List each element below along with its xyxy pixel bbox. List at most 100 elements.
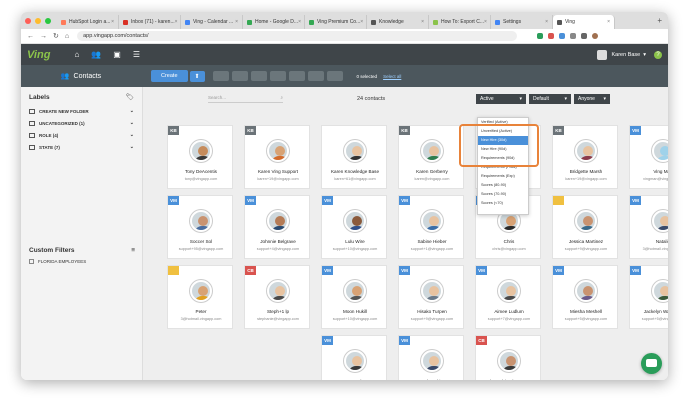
user-menu[interactable]: Karen Base ▾ ? xyxy=(597,49,662,60)
sort-dropdown[interactable]: Default ▾ xyxy=(529,94,571,104)
browser-tab[interactable]: Inbox (71) - karen... × xyxy=(119,15,181,29)
back-icon[interactable]: ← xyxy=(27,33,34,40)
close-tab-icon[interactable]: × xyxy=(360,19,363,25)
contact-card[interactable]: VM Hisako Turpen support+9@vingapp.com xyxy=(398,265,464,329)
home-nav-icon[interactable]: ⌂ xyxy=(74,50,79,59)
close-tab-icon[interactable]: × xyxy=(175,19,178,25)
status-filter-dropdown[interactable]: Active ▾ xyxy=(476,94,526,104)
chevron-down-icon[interactable]: ⌄ xyxy=(130,132,134,138)
contact-card[interactable]: VM Soccer Sol support+95@vingapp.com xyxy=(167,195,233,259)
label-folder[interactable]: UNCATEGORIZED (1) ⌄ xyxy=(21,117,142,129)
chat-widget-button[interactable] xyxy=(641,353,662,374)
contact-card[interactable]: VM Moon Hukill support+10@vingapp.com xyxy=(321,265,387,329)
toolbar-button[interactable] xyxy=(288,71,305,81)
close-tab-icon[interactable]: × xyxy=(235,19,238,25)
contact-card[interactable]: VMKaren Gerberrykaren+47@vingapp.com xyxy=(321,335,387,380)
select-all-link[interactable]: Select all xyxy=(383,74,401,79)
contact-card[interactable]: Jessica Martinez support+9@vingapp.com xyxy=(552,195,618,259)
initials-badge: VM xyxy=(399,336,410,345)
toolbar-button[interactable] xyxy=(307,71,324,81)
extension-icon[interactable] xyxy=(581,33,588,39)
browser-tab[interactable]: Ving Premium Co... × xyxy=(305,15,367,29)
filter-menu-item[interactable]: Scores (80-90) xyxy=(478,181,528,190)
initials-badge: VM xyxy=(322,266,333,275)
contact-card[interactable]: VM Miesha Meshell support+5@vingapp.com xyxy=(552,265,618,329)
contact-card[interactable]: VMHannah Robinsonkaren+201@vingapp.com xyxy=(398,335,464,380)
forward-icon[interactable]: → xyxy=(40,33,47,40)
toolbar-button[interactable] xyxy=(212,71,229,81)
contact-card[interactable]: VM Sabine Hieber support+1@vingapp.com xyxy=(398,195,464,259)
extension-icon[interactable] xyxy=(537,33,544,39)
chevron-down-icon[interactable]: ⌄ xyxy=(130,120,134,126)
folder-icon xyxy=(29,120,35,126)
contact-card[interactable]: KB Karen Gerberry karen@vingapp.com xyxy=(398,125,464,189)
contact-card[interactable]: KB Bridgette Marsh karen+19@vingapp.com xyxy=(552,125,618,189)
chevron-down-icon[interactable]: ⌄ xyxy=(130,144,134,150)
label-folder[interactable]: ROLE (4) ⌄ xyxy=(21,129,142,141)
contacts-nav-icon[interactable]: 👥 xyxy=(91,50,101,59)
contact-card[interactable]: VM Johnnie Belgrave support+4@vingapp.com xyxy=(244,195,310,259)
contact-card[interactable]: VM Lulu Wire support+10@vingapp.com xyxy=(321,195,387,259)
filter-menu-item[interactable]: Scores (70-90) xyxy=(478,190,528,199)
toolbar-button[interactable] xyxy=(231,71,248,81)
contact-card[interactable]: VM Aimee Ludlum support+7@vingapp.com xyxy=(475,265,541,329)
browser-tab[interactable]: How To: Export C... × xyxy=(429,15,491,29)
contact-name: Alexandria Thompson xyxy=(476,379,542,380)
filter-checkbox[interactable] xyxy=(29,259,34,264)
contact-name: Karen Gerberry xyxy=(416,169,448,174)
new-tab-button[interactable]: + xyxy=(657,16,662,25)
search-input[interactable]: Search... ⌕ xyxy=(208,95,283,103)
tasks-nav-icon[interactable]: ☰ xyxy=(133,50,140,59)
filter-menu-item[interactable]: Scores (<70) xyxy=(478,199,528,208)
owner-dropdown[interactable]: Anyone ▾ xyxy=(574,94,610,104)
help-icon[interactable]: ? xyxy=(654,50,662,59)
contact-card[interactable]: VM Jackelyn Walraven support+5@vingapp.com xyxy=(629,265,668,329)
contact-card[interactable]: KB Tony DeAcentis tony@vingapp.com xyxy=(167,125,233,189)
toolbar-button[interactable] xyxy=(326,71,343,81)
avatar-body xyxy=(271,156,287,160)
chevron-down-icon[interactable]: ⌄ xyxy=(130,108,134,114)
contact-card[interactable]: Karen Knowledge Base karen+61@vingapp.com xyxy=(321,125,387,189)
browser-tab[interactable]: Home - Google D... × xyxy=(243,15,305,29)
close-window-button[interactable] xyxy=(25,17,31,24)
close-tab-icon[interactable]: × xyxy=(421,19,424,25)
contact-card[interactable]: VM Natalie 3@hotmail.vingapp.com xyxy=(629,195,668,259)
close-tab-icon[interactable]: × xyxy=(545,19,548,25)
toolbar-button[interactable] xyxy=(250,71,267,81)
filter-icon[interactable]: ≡ xyxy=(131,247,135,254)
browser-tab[interactable]: Knowledge × xyxy=(367,15,429,29)
custom-filter-item[interactable]: FLORIDA EMPLOYEES xyxy=(21,254,143,269)
contact-card[interactable]: KB Karen Ving Support karen+19@vingapp.com xyxy=(244,125,310,189)
browser-tab[interactable]: Ving - Calendar ... × xyxy=(181,15,243,29)
extension-icon[interactable] xyxy=(570,33,577,39)
home-icon[interactable]: ⌂ xyxy=(65,33,69,40)
create-button[interactable]: Create xyxy=(151,70,188,82)
ving-logo[interactable]: Ving xyxy=(27,49,50,61)
address-input[interactable]: app.vingapp.com/contacts/ xyxy=(77,31,518,41)
browser-tab[interactable]: HubSpot Login a... × xyxy=(57,15,119,29)
label-folder[interactable]: CREATE NEW FOLDER ⌄ xyxy=(21,105,142,117)
contact-card[interactable]: CBAlexandria Thompsonkaren+ 300@vingapp.… xyxy=(475,335,541,380)
content-nav-icon[interactable]: ▣ xyxy=(113,50,121,59)
close-tab-icon[interactable]: × xyxy=(298,19,301,25)
maximize-window-button[interactable] xyxy=(45,17,51,24)
toolbar-button[interactable] xyxy=(269,71,286,81)
extension-icon[interactable] xyxy=(548,33,555,39)
browser-tab[interactable]: Settings × xyxy=(491,15,553,29)
filter-menu-item[interactable]: Requirements (Exp) xyxy=(478,172,528,181)
contact-card[interactable]: CB Steph+1 lp stephanie@vingapp.com xyxy=(244,265,310,329)
contact-card[interactable]: VM Ving Man vingman@vingapp.com xyxy=(629,125,668,189)
profile-icon[interactable] xyxy=(592,33,599,39)
upload-button[interactable]: ⬆ xyxy=(189,70,205,82)
close-tab-icon[interactable]: × xyxy=(607,19,610,25)
minimize-window-button[interactable] xyxy=(35,17,41,24)
reload-icon[interactable]: ↻ xyxy=(53,32,59,40)
label-folder[interactable]: STATE (7) ⌄ xyxy=(21,141,142,153)
close-tab-icon[interactable]: × xyxy=(111,19,114,25)
contact-card[interactable]: Peter 3@hotmail.vingapp.com xyxy=(167,265,233,329)
search-icon: ⌕ xyxy=(280,95,283,100)
tag-icon[interactable]: 🏷 xyxy=(126,93,134,101)
extension-icon[interactable] xyxy=(559,33,566,39)
close-tab-icon[interactable]: × xyxy=(484,19,487,25)
browser-tab[interactable]: Ving × xyxy=(553,15,615,29)
